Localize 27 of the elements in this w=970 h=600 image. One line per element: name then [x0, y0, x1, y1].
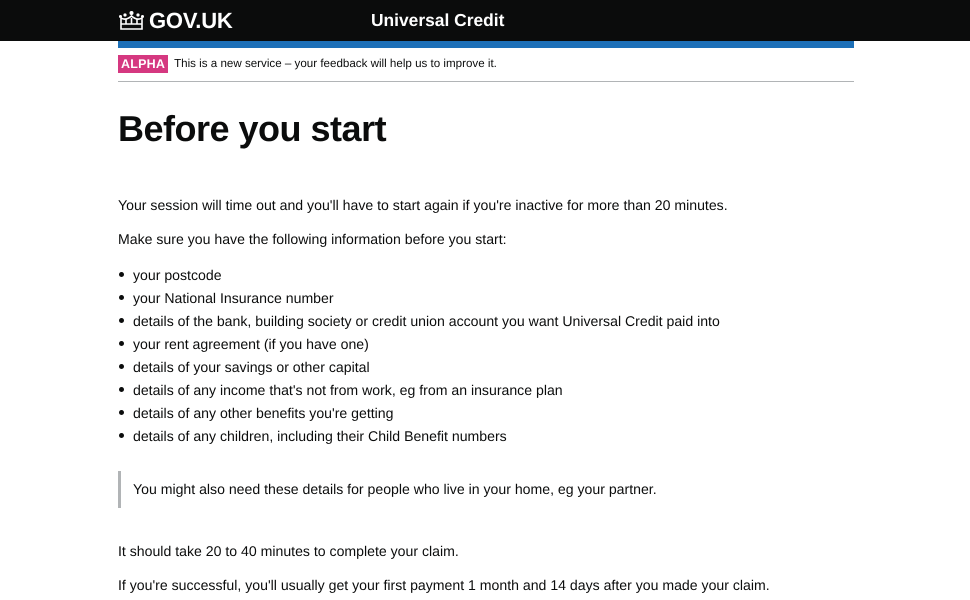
logo-text[interactable]: GOV.UK [149, 8, 233, 34]
list-item: details of your savings or other capital [133, 358, 370, 376]
bullet-icon [119, 410, 124, 415]
list-item: details of any other benefits you're getting [133, 404, 394, 422]
page-heading: Before you start [118, 107, 388, 151]
bullet-icon [119, 341, 124, 346]
crown-icon [118, 10, 145, 32]
list-item: your rent agreement (if you have one) [133, 334, 369, 354]
bullet-icon [119, 272, 124, 277]
list-item: details of any children, including their Child Benefit numbers [133, 426, 507, 446]
bullet-icon [119, 295, 124, 300]
body-paragraph: It should take 20 to 40 minutes to complete your claim. [118, 542, 460, 561]
list-item: your National Insurance number [133, 288, 334, 308]
body-paragraph: If you're successful, you'll usually get your first payment 1 month and 14 days after you made your claim. [118, 576, 771, 595]
service-name[interactable]: Universal Credit [371, 10, 504, 31]
bullet-icon [119, 433, 124, 438]
bullet-icon [119, 364, 124, 369]
list-item: your postcode [133, 266, 222, 284]
bullet-icon [119, 318, 124, 323]
list-item: details of any income that's not from work, eg from an insurance plan [133, 380, 563, 400]
bullet-icon [119, 387, 124, 392]
list-item: details of the bank, building society or credit union account you want Universal Credit paid into [133, 312, 720, 330]
body-paragraph: Make sure you have the following information before you start: [118, 230, 508, 249]
phase-tag: ALPHA [118, 55, 168, 73]
body-paragraph: Your session will time out and you'll have to start again if you're inactive for more than 20 minutes. [118, 196, 729, 215]
inset-text: You might also need these details for people who live in your home, eg your partner. [118, 471, 854, 508]
phase-banner-text: This is a new service – your feedback will help us to improve it. [174, 56, 497, 72]
